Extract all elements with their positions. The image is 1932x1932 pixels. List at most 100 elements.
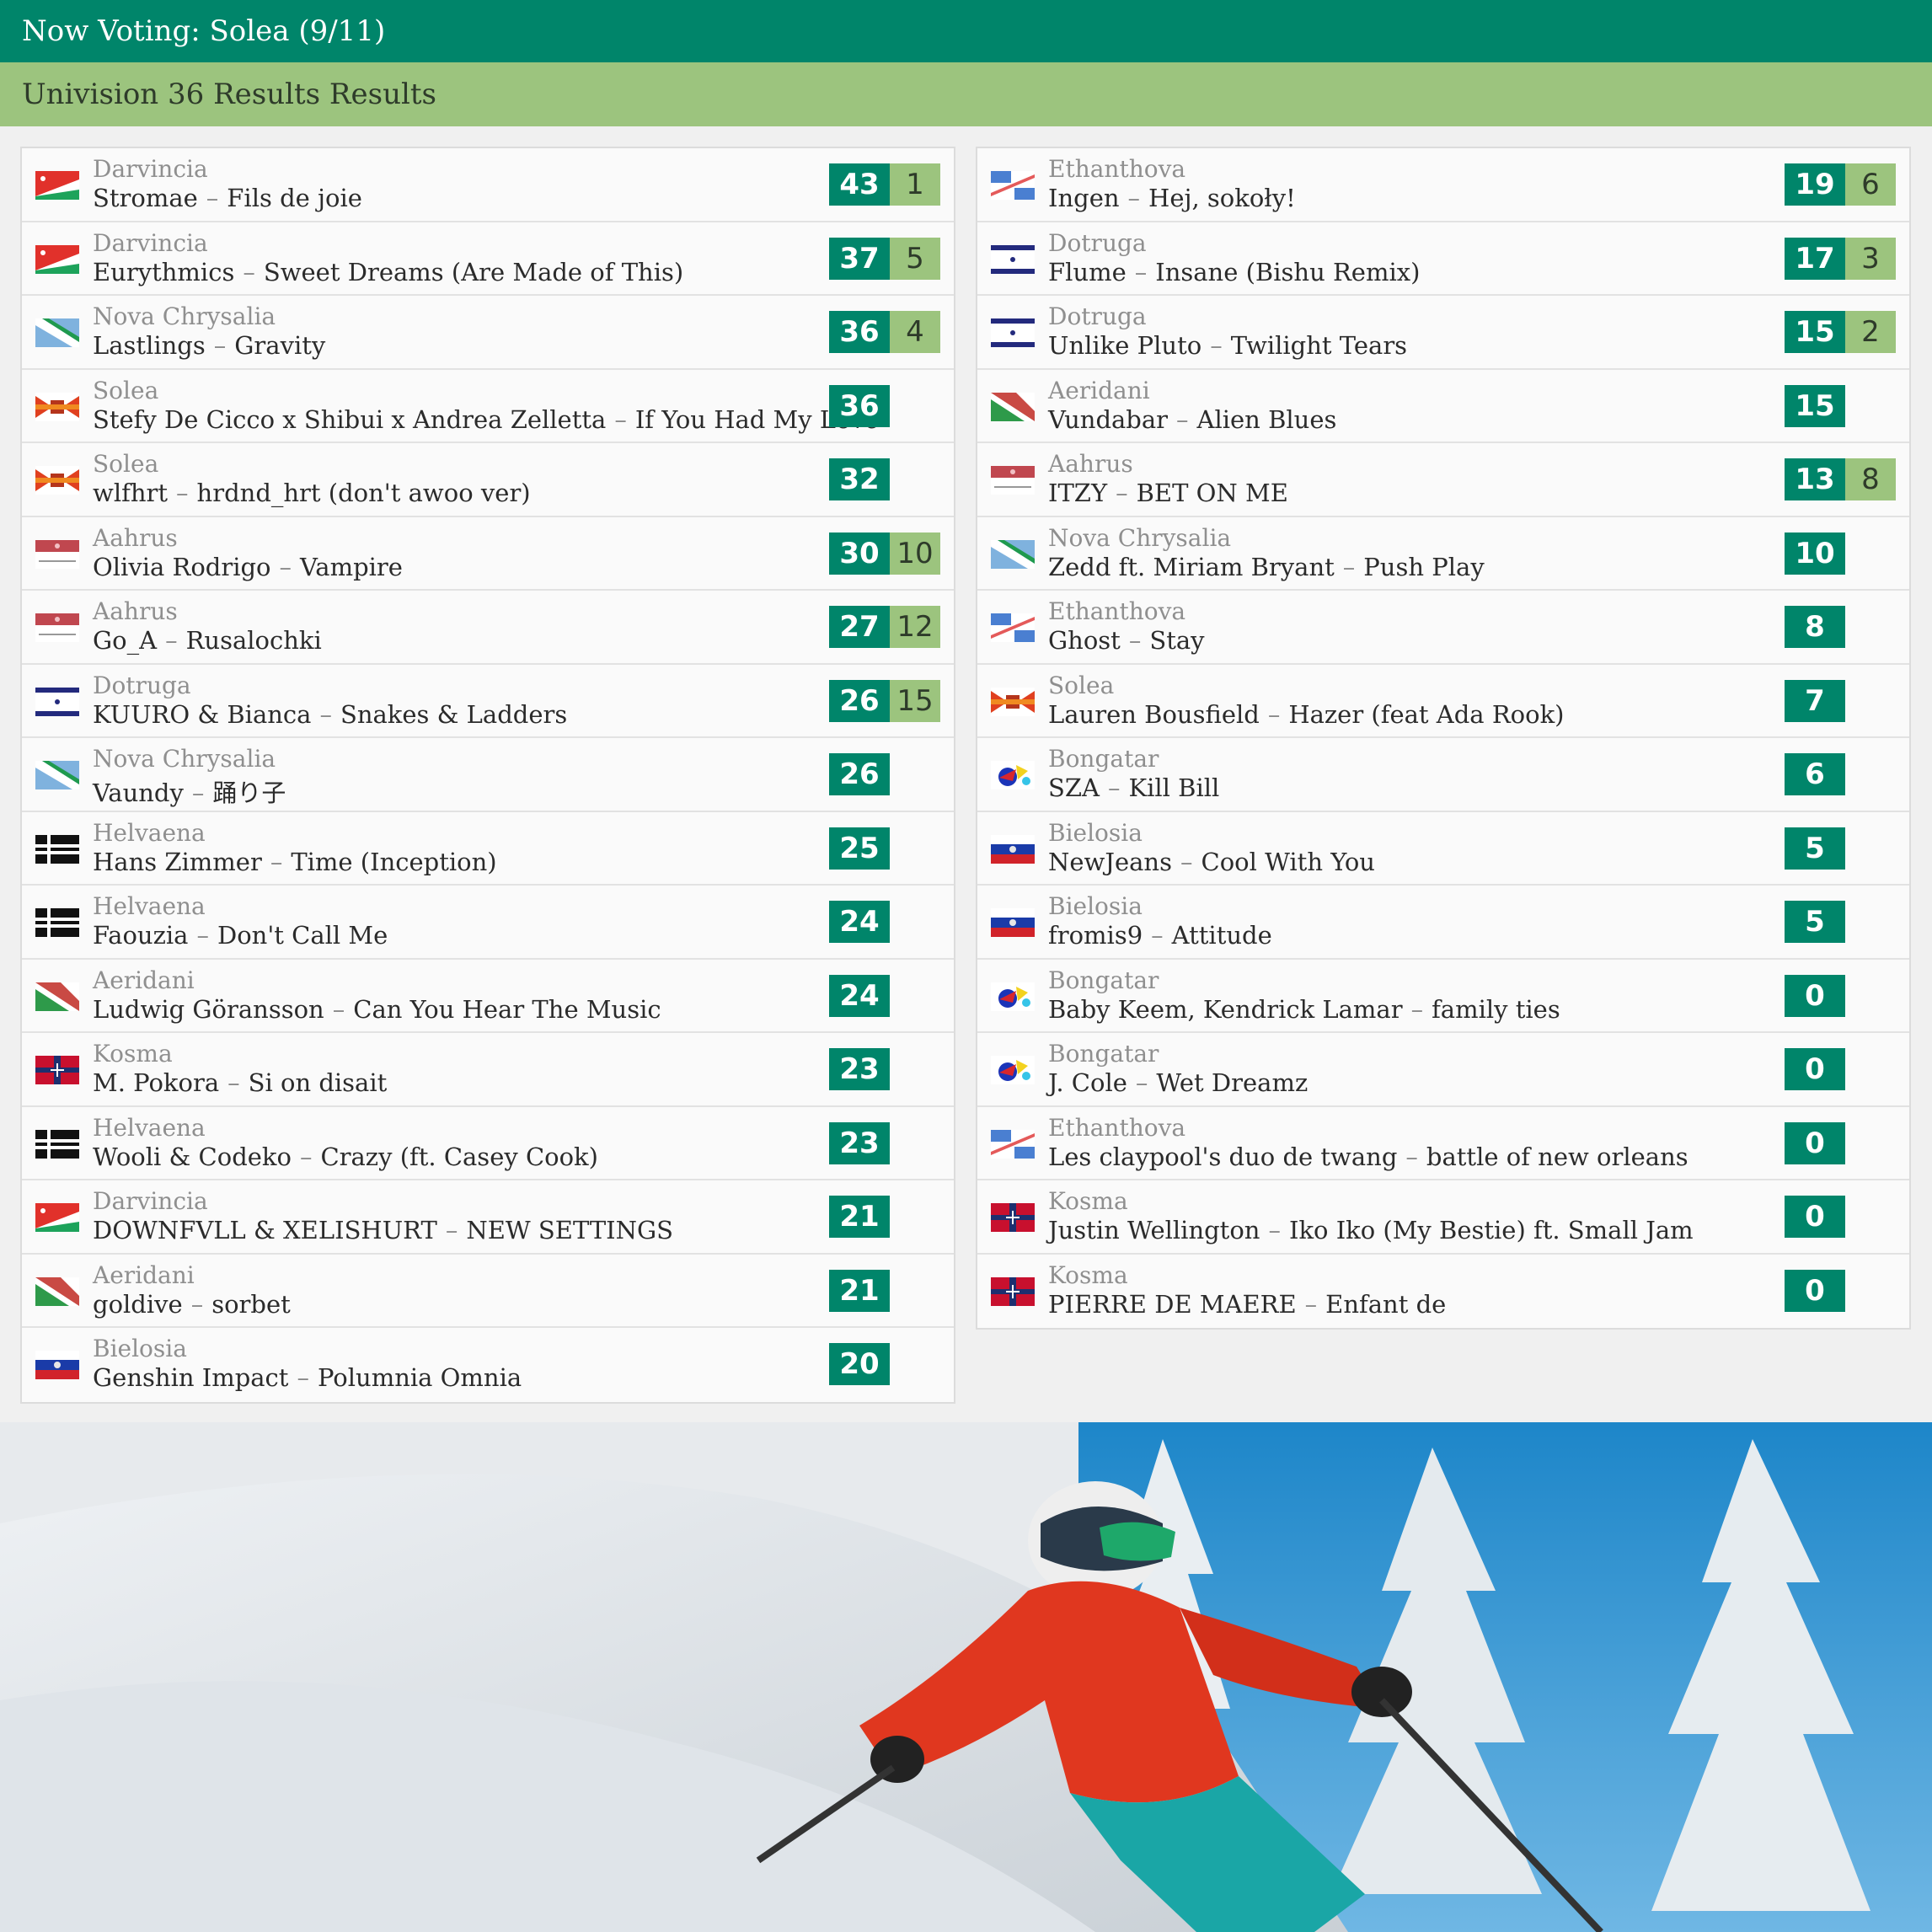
country-name: Aeridani bbox=[93, 966, 195, 994]
separator: – bbox=[243, 257, 255, 286]
song-title: Crazy (ft. Casey Cook) bbox=[320, 1142, 598, 1171]
song-title: Hazer (feat Ada Rook) bbox=[1288, 699, 1565, 729]
points-badge: 0 bbox=[1785, 1269, 1845, 1312]
result-row: Ethanthova Ghost – Stay 8 bbox=[977, 591, 1909, 665]
points-badge: 21 bbox=[829, 1196, 890, 1238]
country-flag-icon bbox=[991, 982, 1035, 1011]
song-line: Flume – Insane (Bishu Remix) bbox=[1048, 258, 1420, 286]
song-line: Lauren Bousfield – Hazer (feat Ada Rook) bbox=[1048, 700, 1564, 729]
song-title: Enfant de bbox=[1325, 1289, 1447, 1319]
results-title: Univision 36 Results Results bbox=[22, 78, 436, 111]
song-title: Snakes & Ladders bbox=[340, 699, 568, 729]
artist-name: Zedd ft. Miriam Bryant bbox=[1048, 552, 1335, 581]
country-flag-icon bbox=[35, 687, 79, 716]
artist-name: J. Cole bbox=[1048, 1068, 1127, 1097]
separator: – bbox=[445, 1216, 458, 1244]
country-name: Nova Chrysalia bbox=[93, 302, 276, 330]
song-title: hrdnd_hrt (don't awoo ver) bbox=[196, 479, 531, 507]
song-line: Lastlings – Gravity bbox=[93, 331, 325, 360]
song-title: BET ON ME bbox=[1136, 479, 1288, 507]
points-badge: 25 bbox=[829, 827, 890, 870]
points-badge: 8 bbox=[1785, 606, 1845, 648]
country-flag-icon bbox=[35, 834, 79, 864]
points-badge: 26 bbox=[829, 679, 890, 722]
separator: – bbox=[206, 184, 219, 212]
results-list-left: Darvincia Stromae – Fils de joie 43 1 Darvinci… bbox=[20, 147, 955, 1404]
separator: – bbox=[1128, 626, 1142, 655]
country-name: Aahrus bbox=[1048, 450, 1133, 478]
song-title: 踊り子 bbox=[212, 779, 286, 807]
points-badge: 43 bbox=[829, 163, 890, 206]
separator: – bbox=[1210, 331, 1223, 360]
result-row: Aeridani Ludwig Göransson – Can You Hear Th… bbox=[22, 960, 954, 1033]
points-badge: 5 bbox=[1785, 901, 1845, 943]
country-name: Bielosia bbox=[1048, 818, 1143, 847]
song-title: NEW SETTINGS bbox=[466, 1216, 674, 1244]
song-title: Polumnia Omnia bbox=[317, 1363, 522, 1392]
result-row: Helvaena Wooli & Codeko – Crazy (ft. Casey … bbox=[22, 1107, 954, 1180]
song-line: Vaundy – 踊り子 bbox=[93, 773, 286, 809]
country-name: Bongatar bbox=[1048, 1040, 1159, 1068]
country-flag-icon bbox=[35, 1203, 79, 1232]
separator: – bbox=[213, 331, 227, 360]
country-flag-icon bbox=[991, 761, 1035, 789]
artist-name: Stromae bbox=[93, 184, 198, 212]
song-title: Sweet Dreams (Are Made of This) bbox=[263, 257, 684, 286]
received-points-badge: 8 bbox=[1845, 458, 1896, 500]
artist-name: fromis9 bbox=[1048, 921, 1143, 950]
separator: – bbox=[614, 404, 627, 434]
country-name: Kosma bbox=[1048, 1187, 1128, 1215]
results-subheader: Univision 36 Results Results bbox=[0, 62, 1932, 126]
country-flag-icon bbox=[991, 908, 1035, 937]
points-badge: 36 bbox=[829, 311, 890, 353]
points-badge: 32 bbox=[829, 458, 890, 500]
separator: – bbox=[1405, 1142, 1418, 1171]
received-points-badge: 1 bbox=[890, 163, 940, 206]
song-title: Push Play bbox=[1363, 552, 1485, 581]
country-flag-icon bbox=[35, 318, 79, 347]
received-points-badge: 3 bbox=[1845, 237, 1896, 280]
separator: – bbox=[279, 552, 292, 581]
separator: – bbox=[1116, 479, 1128, 507]
artist-name: Faouzia bbox=[93, 921, 189, 950]
separator: – bbox=[1134, 257, 1148, 286]
song-line: NewJeans – Cool With You bbox=[1048, 848, 1375, 876]
points-badge: 20 bbox=[829, 1343, 890, 1385]
country-flag-icon bbox=[35, 982, 79, 1011]
song-line: Justin Wellington – Iko Iko (My Bestie) ft… bbox=[1048, 1216, 1694, 1244]
result-row: Dotruga Unlike Pluto – Twilight Tears 15 2 bbox=[977, 296, 1909, 370]
song-line: fromis9– Attitude bbox=[1048, 921, 1272, 950]
artist-name: Olivia Rodrigo bbox=[93, 552, 271, 581]
country-name: Kosma bbox=[93, 1040, 173, 1068]
separator: – bbox=[196, 921, 209, 950]
song-line: M. Pokora – Si on disait bbox=[93, 1068, 387, 1097]
country-name: Aahrus bbox=[93, 597, 178, 625]
artist-name: KUURO & Bianca bbox=[93, 699, 312, 729]
country-name: Bongatar bbox=[1048, 966, 1159, 994]
country-flag-icon bbox=[35, 1129, 79, 1159]
country-flag-icon bbox=[35, 392, 79, 421]
points-badge: 19 bbox=[1785, 163, 1845, 206]
song-line: wlfhrt – hrdnd_hrt (don't awoo ver) bbox=[93, 479, 531, 507]
country-name: Solea bbox=[93, 376, 159, 404]
points-badge: 37 bbox=[829, 237, 890, 280]
country-name: Darvincia bbox=[93, 228, 208, 257]
country-flag-icon bbox=[991, 687, 1035, 716]
result-row: Ethanthova Les claypool's duo de twang – ba… bbox=[977, 1107, 1909, 1180]
received-points-badge: 5 bbox=[890, 237, 940, 280]
result-row: Darvincia Eurythmics – Sweet Dreams (Are Ma… bbox=[22, 222, 954, 296]
country-name: Solea bbox=[93, 450, 159, 478]
result-row: Nova Chrysalia Lastlings – Gravity 36 4 bbox=[22, 296, 954, 370]
separator: – bbox=[165, 626, 178, 655]
results-list-right: Ethanthova Ingen – Hej, sokoły! 19 6 Dotruga Fl… bbox=[976, 147, 1911, 1330]
result-row: Nova Chrysalia Vaundy – 踊り子 26 bbox=[22, 738, 954, 812]
separator: – bbox=[319, 699, 332, 729]
artist-name: wlfhrt bbox=[93, 479, 169, 507]
artist-name: NewJeans bbox=[1048, 847, 1172, 876]
artist-name: Baby Keem, Kendrick Lamar bbox=[1048, 994, 1403, 1024]
song-line: Les claypool's duo de twang – battle of ne… bbox=[1048, 1143, 1688, 1171]
points-badge: 26 bbox=[829, 753, 890, 795]
points-badge: 23 bbox=[829, 1048, 890, 1090]
song-line: Zedd ft. Miriam Bryant – Push Play bbox=[1048, 553, 1485, 581]
received-points-badge: 15 bbox=[890, 679, 940, 722]
